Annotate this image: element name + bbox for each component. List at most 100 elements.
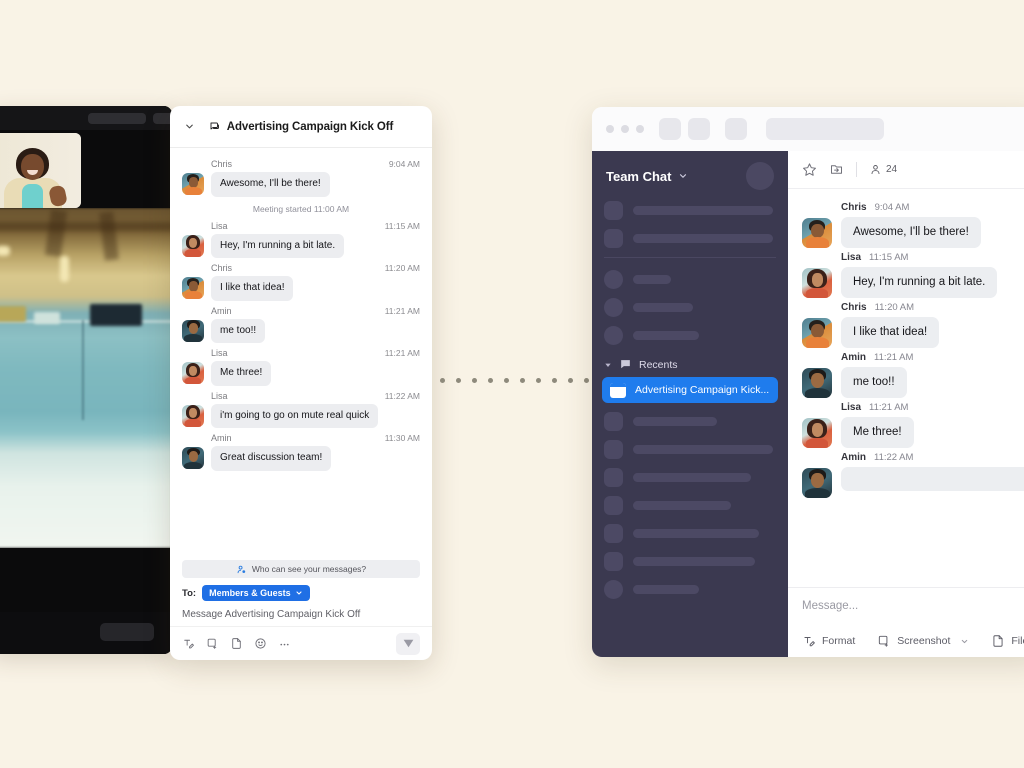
chat-message[interactable]: Amin11:30 AMGreat discussion team! (170, 428, 432, 471)
message-text: me too!! (841, 367, 907, 398)
person-privacy-icon (236, 564, 247, 575)
sidebar-item[interactable] (604, 229, 776, 248)
recipient-row[interactable]: To: Members & Guests (182, 585, 420, 601)
sidebar-item[interactable] (604, 201, 776, 220)
screenshot-icon[interactable] (206, 637, 219, 650)
sidebar-section-label: Recents (639, 359, 678, 371)
avatar (182, 447, 204, 469)
sidebar-nav[interactable]: Recents Advertising Campaign Kick... (592, 201, 788, 599)
sidebar-item-label (633, 473, 751, 482)
sidebar-item-label (633, 303, 693, 312)
chat-message[interactable]: Chris11:20 AMI like that idea! (788, 298, 1024, 348)
sidebar-title: Team Chat (606, 169, 672, 184)
chevron-down-icon[interactable] (678, 171, 688, 181)
message-text: Awesome, I'll be there! (841, 217, 981, 248)
message-author: Amin (211, 306, 232, 316)
self-view-tile[interactable] (0, 133, 81, 208)
privacy-banner[interactable]: Who can see your messages? (182, 560, 420, 578)
sidebar-item-label (633, 529, 759, 538)
chevron-down-icon[interactable] (960, 637, 969, 646)
caret-down-icon[interactable] (604, 361, 612, 369)
composer-tools[interactable]: Format Screenshot (802, 634, 1024, 648)
titlebar-button[interactable] (659, 118, 681, 140)
chevron-down-icon[interactable] (180, 121, 198, 132)
chat-message-list[interactable]: Chris9:04 AMAwesome, I'll be there!Meeti… (170, 148, 432, 554)
connector-dot (472, 378, 477, 383)
sidebar-item[interactable] (604, 580, 776, 599)
self-view-participant (2, 146, 64, 208)
sidebar-section-recents[interactable]: Recents (604, 354, 776, 377)
chevron-down-icon (295, 589, 303, 597)
app-main-panel: 24 Chris9:04 AMAwesome, I'll be there!Li… (788, 151, 1024, 657)
recipient-selector[interactable]: Members & Guests (202, 585, 310, 601)
search-input[interactable] (766, 118, 884, 140)
traffic-light-close[interactable] (606, 125, 614, 133)
chat-message[interactable]: Chris9:04 AMAwesome, I'll be there! (788, 198, 1024, 248)
message-input[interactable]: Message... (802, 600, 1024, 612)
chat-composer-toolbar[interactable] (170, 626, 432, 660)
sidebar-item[interactable] (604, 496, 776, 515)
message-time: 11:22 AM (385, 391, 420, 401)
chat-message[interactable]: Amin11:21 AMme too!! (170, 301, 432, 344)
star-icon[interactable] (802, 162, 817, 177)
desktop-app-window[interactable]: Team Chat (592, 107, 1024, 657)
message-input[interactable]: Message Advertising Campaign Kick Off (182, 601, 420, 620)
sidebar-item[interactable] (604, 552, 776, 571)
person-icon (869, 163, 882, 176)
video-call-window[interactable] (0, 106, 172, 654)
message-time: 11:15 AM (385, 221, 420, 231)
sidebar-item[interactable] (604, 326, 776, 345)
screenshot-button[interactable]: Screenshot (877, 634, 969, 648)
traffic-light-minimize[interactable] (621, 125, 629, 133)
chat-message[interactable]: Lisa11:21 AMMe three! (788, 398, 1024, 448)
video-room-background (0, 208, 172, 548)
sidebar-header: Team Chat (592, 151, 788, 201)
file-button[interactable]: File (991, 634, 1024, 648)
format-text-icon[interactable] (182, 637, 195, 650)
chat-message[interactable]: Amin11:22 AM (788, 448, 1024, 498)
format-button[interactable]: Format (802, 634, 855, 648)
titlebar-button[interactable] (725, 118, 747, 140)
chat-message[interactable]: Amin11:21 AMme too!! (788, 348, 1024, 398)
sidebar-item[interactable] (604, 298, 776, 317)
chat-message[interactable]: Lisa11:21 AMMe three! (170, 343, 432, 386)
chat-message[interactable]: Chris11:20 AMI like that idea! (170, 258, 432, 301)
more-options-icon[interactable] (278, 637, 291, 650)
meeting-chat-panel[interactable]: Advertising Campaign Kick Off Chris9:04 … (170, 106, 432, 660)
chat-message[interactable]: Lisa11:15 AMHey, I'm running a bit late. (170, 216, 432, 259)
emoji-icon[interactable] (254, 637, 267, 650)
sidebar-item[interactable] (604, 524, 776, 543)
main-toolbar[interactable]: 24 (788, 151, 1024, 189)
chat-composer[interactable]: To: Members & Guests Message Advertising… (170, 578, 432, 620)
sidebar-item[interactable] (604, 270, 776, 289)
message-author: Amin (841, 452, 866, 463)
sidebar-item[interactable] (604, 440, 776, 459)
app-body: Team Chat (592, 151, 1024, 657)
folder-arrow-icon[interactable] (829, 162, 844, 177)
traffic-light-maximize[interactable] (636, 125, 644, 133)
message-text: I like that idea! (841, 317, 939, 348)
send-paper-plane-icon[interactable] (396, 633, 420, 655)
file-icon[interactable] (230, 637, 243, 650)
chat-message[interactable]: Lisa11:15 AMHey, I'm running a bit late. (788, 248, 1024, 298)
chat-message[interactable]: Lisa11:22 AMi'm going to go on mute real… (170, 386, 432, 429)
sidebar-item-icon (604, 496, 623, 515)
chat-bubbles-icon (209, 121, 221, 133)
message-time: 11:21 AM (385, 306, 420, 316)
connector-dot (488, 378, 493, 383)
sidebar-item-label (633, 275, 671, 284)
main-composer[interactable]: Message... Format Screenshot (788, 587, 1024, 657)
titlebar-button[interactable] (688, 118, 710, 140)
sidebar-item-advertising-campaign[interactable]: Advertising Campaign Kick... (602, 377, 778, 403)
chat-bubble-icon (619, 358, 632, 371)
sidebar-item[interactable] (604, 468, 776, 487)
participants-count[interactable]: 24 (869, 163, 897, 176)
chat-message[interactable]: Chris9:04 AMAwesome, I'll be there! (170, 154, 432, 197)
file-icon (991, 634, 1005, 648)
recipient-label: Members & Guests (209, 588, 291, 598)
message-text: i'm going to go on mute real quick (211, 404, 378, 429)
avatar[interactable] (746, 162, 774, 190)
system-note: Meeting started 11:00 AM (170, 197, 432, 216)
sidebar-item[interactable] (604, 412, 776, 431)
app-sidebar[interactable]: Team Chat (592, 151, 788, 657)
